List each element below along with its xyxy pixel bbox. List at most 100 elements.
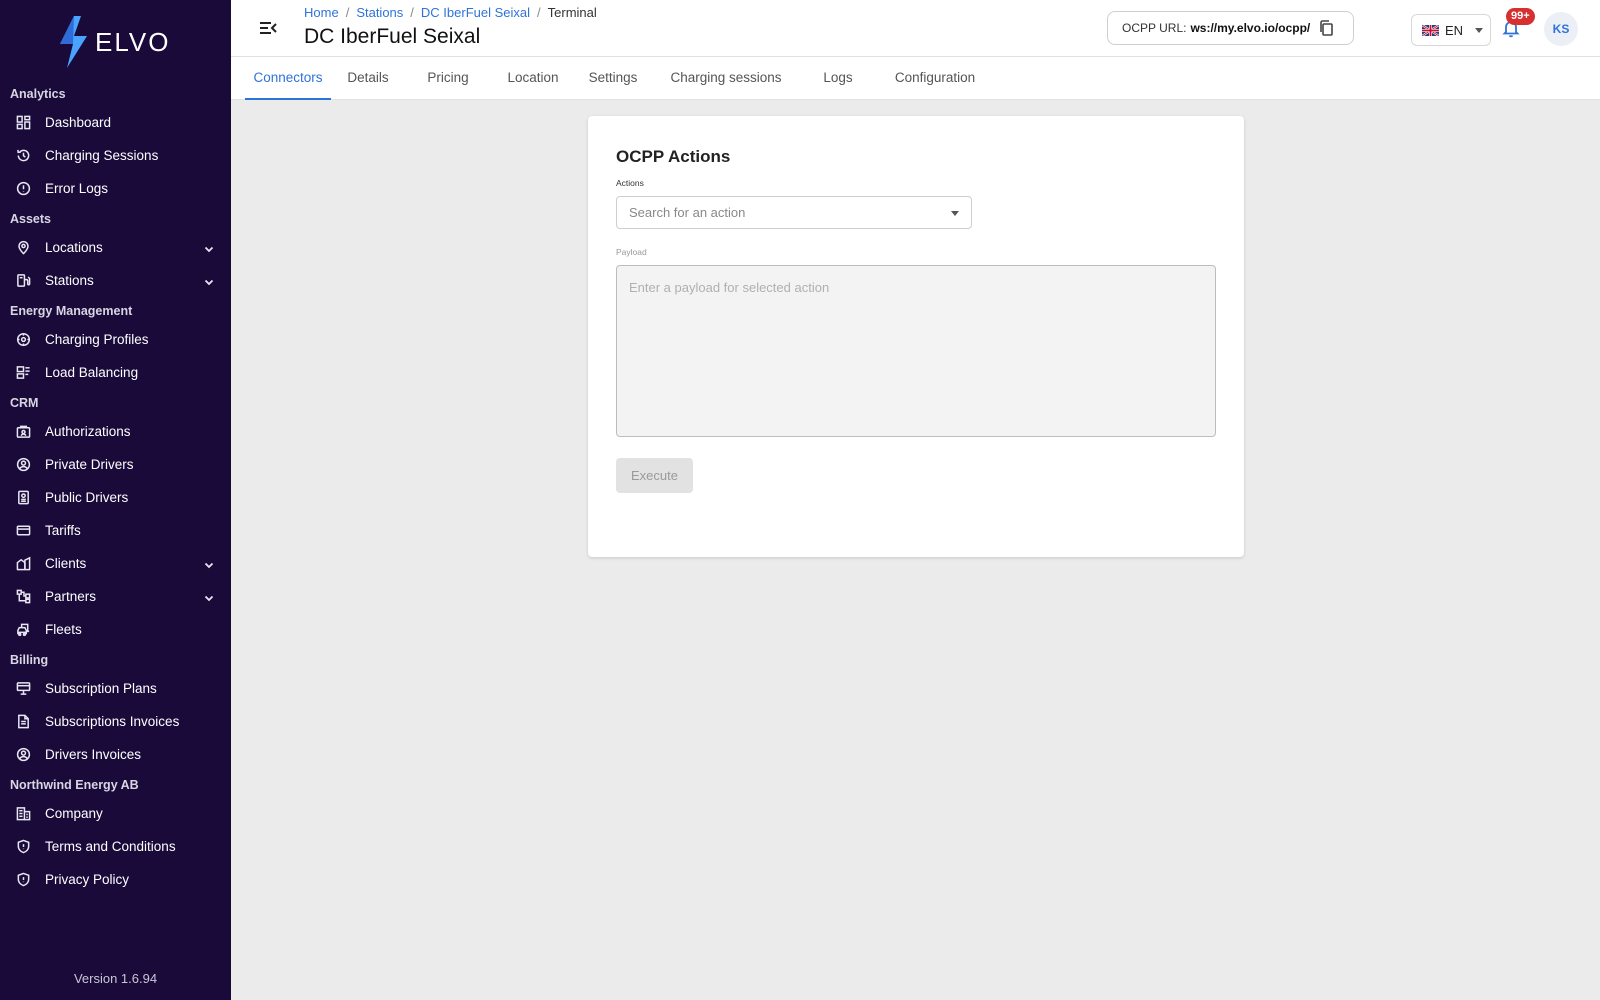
sidebar-item-label: Public Drivers	[45, 490, 129, 505]
alert-circle-icon	[15, 181, 31, 197]
dashboard-icon	[15, 115, 31, 131]
sidebar-item-label: Error Logs	[45, 181, 109, 196]
uk-flag-icon	[1422, 24, 1439, 36]
sidebar-item-terms-and-conditions[interactable]: Terms and Conditions	[0, 830, 231, 863]
sidebar-item-label: Load Balancing	[45, 365, 139, 380]
history-icon	[15, 148, 31, 164]
language-code: EN	[1445, 22, 1464, 38]
sidebar-section-title: CRM	[10, 396, 39, 410]
breadcrumb-separator: /	[345, 5, 350, 20]
sidebar-section-title: Billing	[10, 653, 49, 667]
copy-icon[interactable]	[1318, 20, 1334, 36]
sidebar-item-label: Tariffs	[45, 523, 81, 538]
breadcrumb-home[interactable]: Home	[304, 5, 339, 20]
sidebar-item-subscription-plans[interactable]: Subscription Plans	[0, 672, 231, 705]
authorization-icon	[15, 424, 31, 440]
tab-charging-sessions[interactable]: Charging sessions	[668, 57, 784, 100]
sidebar-item-label: Clients	[45, 556, 87, 571]
station-tabs: Connectors Details Pricing Location Sett…	[231, 57, 1600, 100]
sidebar-item-label: Terms and Conditions	[45, 839, 176, 854]
action-search-placeholder: Search for an action	[629, 205, 746, 220]
menu-collapse-button[interactable]	[258, 18, 278, 38]
company-icon	[15, 806, 31, 822]
load-balancing-icon	[15, 365, 31, 381]
brand-logo[interactable]: ELVO	[57, 16, 170, 68]
tab-logs[interactable]: Logs	[823, 57, 853, 100]
sidebar-item-label: Private Drivers	[45, 457, 134, 472]
breadcrumb-stations[interactable]: Stations	[356, 5, 403, 20]
sidebar-section-title: Northwind Energy AB	[10, 778, 139, 792]
document-icon	[15, 714, 31, 730]
sidebar-item-clients[interactable]: Clients	[0, 547, 231, 580]
map-pin-icon	[15, 240, 31, 256]
caret-down-icon	[951, 211, 959, 216]
brand-name: ELVO	[95, 26, 171, 57]
user-avatar[interactable]: KS	[1544, 12, 1578, 46]
sidebar-item-public-drivers[interactable]: Public Drivers	[0, 481, 231, 514]
sidebar-item-partners[interactable]: Partners	[0, 580, 231, 613]
sidebar-item-subscriptions-invoices[interactable]: Subscriptions Invoices	[0, 705, 231, 738]
ocpp-actions-card: OCPP Actions Actions Search for an actio…	[588, 116, 1244, 557]
action-search-select[interactable]: Search for an action	[616, 196, 972, 229]
tab-connectors[interactable]: Connectors	[245, 57, 331, 100]
sidebar-item-authorizations[interactable]: Authorizations	[0, 415, 231, 448]
caret-down-icon	[1475, 27, 1484, 33]
app-version: Version 1.6.94	[73, 971, 158, 986]
ocpp-url-box: OCPP URL: ws://my.elvo.io/ocpp/	[1107, 11, 1354, 45]
station-icon	[15, 273, 31, 289]
sidebar-item-label: Privacy Policy	[45, 872, 130, 887]
sidebar-item-label: Fleets	[45, 622, 82, 637]
top-header: Home / Stations / DC IberFuel Seixal / T…	[231, 0, 1600, 57]
sidebar-item-label: Stations	[45, 273, 94, 288]
language-select[interactable]: EN	[1411, 14, 1491, 46]
tab-configuration[interactable]: Configuration	[892, 57, 978, 100]
payload-input[interactable]	[616, 265, 1216, 437]
breadcrumb: Home / Stations / DC IberFuel Seixal / T…	[304, 5, 597, 20]
ocpp-url-value: ws://my.elvo.io/ocpp/	[1190, 21, 1311, 35]
execute-button[interactable]: Execute	[616, 458, 693, 493]
sidebar-item-error-logs[interactable]: Error Logs	[0, 172, 231, 205]
shield-icon	[15, 872, 31, 888]
sidebar-section-title: Analytics	[10, 87, 66, 101]
chevron-down-icon	[203, 558, 215, 570]
sidebar-item-locations[interactable]: Locations	[0, 231, 231, 264]
sidebar-item-privacy-policy[interactable]: Privacy Policy	[0, 863, 231, 896]
user-circle-icon	[15, 747, 31, 763]
lightning-bolt-icon	[60, 16, 87, 68]
breadcrumb-station[interactable]: DC IberFuel Seixal	[421, 5, 530, 20]
chevron-down-icon	[203, 275, 215, 287]
sidebar-item-charging-profiles[interactable]: Charging Profiles	[0, 323, 231, 356]
sidebar-item-dashboard[interactable]: Dashboard	[0, 106, 231, 139]
tab-location[interactable]: Location	[506, 57, 560, 100]
sidebar-item-tariffs[interactable]: Tariffs	[0, 514, 231, 547]
actions-label: Actions	[616, 178, 644, 188]
sidebar-item-label: Charging Sessions	[45, 148, 159, 163]
profile-gauge-icon	[15, 332, 31, 348]
sidebar-item-fleets[interactable]: Fleets	[0, 613, 231, 646]
sidebar-item-label: Company	[45, 806, 103, 821]
sidebar-item-label: Charging Profiles	[45, 332, 149, 347]
breadcrumb-separator: /	[410, 5, 414, 20]
sidebar-item-label: Dashboard	[45, 115, 112, 130]
page-title: DC IberFuel Seixal	[304, 25, 481, 48]
notification-badge: 99+	[1506, 8, 1535, 25]
sidebar-item-drivers-invoices[interactable]: Drivers Invoices	[0, 738, 231, 771]
tab-settings[interactable]: Settings	[587, 57, 639, 100]
sidebar-item-stations[interactable]: Stations	[0, 264, 231, 297]
sidebar-item-label: Locations	[45, 240, 103, 255]
sidebar-item-label: Partners	[45, 589, 97, 604]
tab-details[interactable]: Details	[346, 57, 390, 100]
sidebar-item-label: Drivers Invoices	[45, 747, 142, 762]
subscription-icon	[15, 681, 31, 697]
card-title: OCPP Actions	[616, 147, 731, 166]
sidebar-section-title: Energy Management	[10, 304, 133, 318]
shield-icon	[15, 839, 31, 855]
sidebar-item-private-drivers[interactable]: Private Drivers	[0, 448, 231, 481]
fleet-icon	[15, 622, 31, 638]
sidebar-item-charging-sessions[interactable]: Charging Sessions	[0, 139, 231, 172]
sidebar-item-load-balancing[interactable]: Load Balancing	[0, 356, 231, 389]
sidebar-item-company[interactable]: Company	[0, 797, 231, 830]
sidebar-item-label: Subscriptions Invoices	[45, 714, 180, 729]
sidebar-nav: Analytics Dashboard Charging Sessions Error…	[0, 80, 231, 896]
tab-pricing[interactable]: Pricing	[426, 57, 470, 100]
